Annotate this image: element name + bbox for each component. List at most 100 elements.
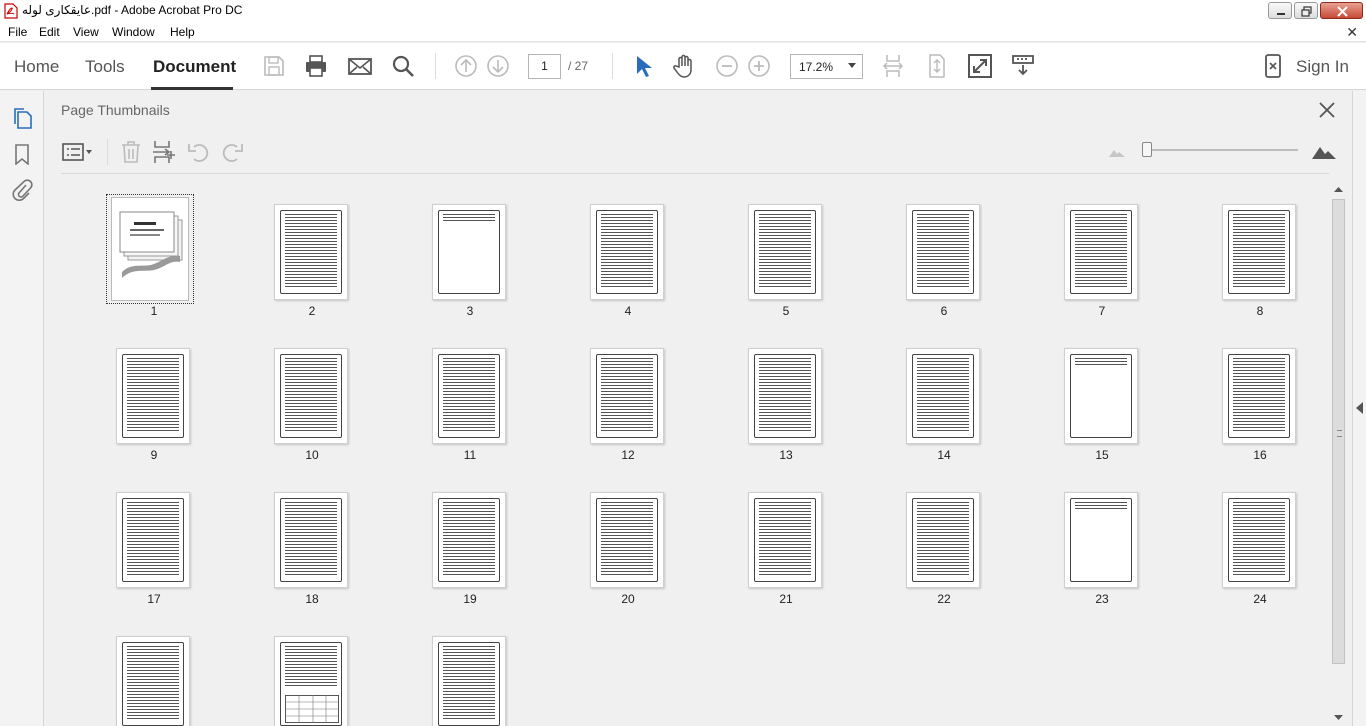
page-thumbnail[interactable]: 26 [232, 618, 392, 726]
page-thumbnail[interactable]: 7 [1022, 186, 1182, 318]
page-thumbnail[interactable]: 1 [74, 186, 234, 318]
page-thumbnail[interactable]: 16 [1180, 330, 1331, 462]
page-thumbnails-panel: Page Thumbnails 1 2 3 4 5 6 7 8 9 10 11 12 13 14 15 16 1… [45, 91, 1352, 726]
page-thumbnail[interactable]: 18 [232, 474, 392, 606]
minimize-button[interactable] [1268, 2, 1292, 19]
page-thumbnail[interactable]: 3 [390, 186, 550, 318]
delete-icon[interactable] [118, 139, 144, 165]
page-thumbnail[interactable]: 22 [864, 474, 1024, 606]
rotate-left-icon[interactable] [186, 139, 212, 165]
thumbnail-page [748, 204, 822, 300]
page-number-input[interactable]: 1 [528, 54, 561, 79]
menu-bar: File Edit View Window Help ✕ [0, 22, 1366, 42]
next-page-icon[interactable] [485, 53, 511, 79]
page-thumbnail[interactable]: 21 [706, 474, 866, 606]
rotate-right-icon[interactable] [219, 139, 245, 165]
thumbnail-size-slider[interactable] [1142, 142, 1152, 157]
print-icon[interactable] [303, 53, 329, 79]
thumbnail-size-slider-track [1145, 149, 1298, 151]
document-close-icon[interactable]: ✕ [1346, 24, 1358, 41]
page-thumbnail[interactable]: 17 [74, 474, 234, 606]
scroll-up-icon[interactable] [1334, 186, 1343, 192]
page-thumbnail[interactable]: 14 [864, 330, 1024, 462]
tab-document[interactable]: Document [153, 57, 236, 77]
title-bar: عایقکاری لوله.pdf - Adobe Acrobat Pro DC [0, 0, 1366, 22]
menu-view[interactable]: View [73, 25, 99, 39]
insert-page-icon[interactable] [151, 139, 177, 165]
tab-home[interactable]: Home [14, 57, 59, 77]
right-pane-toggle[interactable] [1352, 91, 1366, 726]
save-icon[interactable] [261, 53, 287, 79]
search-icon[interactable] [390, 53, 416, 79]
page-thumbnail[interactable]: 19 [390, 474, 550, 606]
thumbnail-page [906, 492, 980, 588]
menu-help[interactable]: Help [170, 25, 195, 39]
page-thumbnail[interactable]: 20 [548, 474, 708, 606]
zoom-select[interactable]: 17.2% [790, 54, 863, 79]
page-thumbnail[interactable]: 27 [390, 618, 550, 726]
bookmarks-icon[interactable] [11, 143, 33, 165]
page-thumbnail[interactable]: 12 [548, 330, 708, 462]
menu-window[interactable]: Window [112, 25, 155, 39]
page-number-label: 17 [147, 592, 161, 606]
scroll-mode-icon[interactable] [1010, 53, 1036, 79]
options-menu-icon[interactable] [61, 139, 95, 165]
page-number-label: 24 [1253, 592, 1267, 606]
sign-in-button[interactable]: Sign In [1296, 57, 1349, 77]
window-title: عایقکاری لوله.pdf - Adobe Acrobat Pro DC [22, 3, 243, 17]
scroll-down-icon[interactable] [1334, 715, 1343, 721]
page-number-label: 2 [308, 304, 316, 318]
page-thumbnail[interactable]: 5 [706, 186, 866, 318]
menu-edit[interactable]: Edit [39, 25, 60, 39]
thumbnail-page [906, 204, 980, 300]
toolbar-separator [612, 53, 613, 79]
mobile-link-icon[interactable] [1260, 53, 1286, 79]
previous-page-icon[interactable] [453, 53, 479, 79]
page-thumbnail[interactable]: 4 [548, 186, 708, 318]
page-thumbnail[interactable]: 8 [1180, 186, 1331, 318]
thumbnail-page [274, 204, 348, 300]
page-thumbnail[interactable]: 11 [390, 330, 550, 462]
page-thumbnail[interactable]: 23 [1022, 474, 1182, 606]
vertical-scrollbar[interactable] [1330, 183, 1347, 726]
page-thumbnail[interactable]: 15 [1022, 330, 1182, 462]
panel-title: Page Thumbnails [61, 102, 170, 118]
page-thumbnail[interactable]: 6 [864, 186, 1024, 318]
page-thumbnail[interactable]: 9 [74, 330, 234, 462]
email-icon[interactable] [347, 53, 373, 79]
page-thumbnail[interactable]: 25 [74, 618, 234, 726]
page-thumbnail[interactable]: 10 [232, 330, 392, 462]
page-number-label: 6 [940, 304, 948, 318]
close-icon[interactable] [1318, 101, 1336, 119]
zoom-out-icon[interactable] [714, 53, 740, 79]
fit-width-icon[interactable] [880, 53, 906, 79]
full-screen-icon[interactable] [967, 53, 993, 79]
page-thumbnails-icon[interactable] [11, 107, 33, 129]
thumbnail-page [274, 492, 348, 588]
scrollbar-thumb[interactable] [1332, 199, 1345, 664]
page-thumbnail[interactable]: 13 [706, 330, 866, 462]
thumbnail-page [590, 204, 664, 300]
restore-button[interactable] [1294, 2, 1318, 19]
chevron-left-icon[interactable] [1356, 402, 1363, 414]
thumbnail-page [590, 348, 664, 444]
page-number-label: 9 [150, 448, 158, 462]
page-thumbnail[interactable]: 2 [232, 186, 392, 318]
zoom-in-icon[interactable] [746, 53, 772, 79]
select-cursor-icon[interactable] [629, 53, 655, 79]
thumbnail-page [906, 348, 980, 444]
pdf-file-icon [4, 3, 18, 19]
thumbnail-page [748, 492, 822, 588]
menu-file[interactable]: File [8, 25, 27, 39]
page-number-label: 22 [937, 592, 951, 606]
tab-tools[interactable]: Tools [85, 57, 125, 77]
thumbnail-page [1064, 348, 1138, 444]
fit-page-icon[interactable] [924, 53, 950, 79]
attachments-icon[interactable] [11, 179, 33, 201]
thumbnail-page [1064, 204, 1138, 300]
hand-tool-icon[interactable] [671, 53, 697, 79]
thumbnail-page [274, 636, 348, 726]
small-mountain-icon [1109, 150, 1125, 157]
window-close-button[interactable] [1320, 2, 1363, 19]
page-thumbnail[interactable]: 24 [1180, 474, 1331, 606]
